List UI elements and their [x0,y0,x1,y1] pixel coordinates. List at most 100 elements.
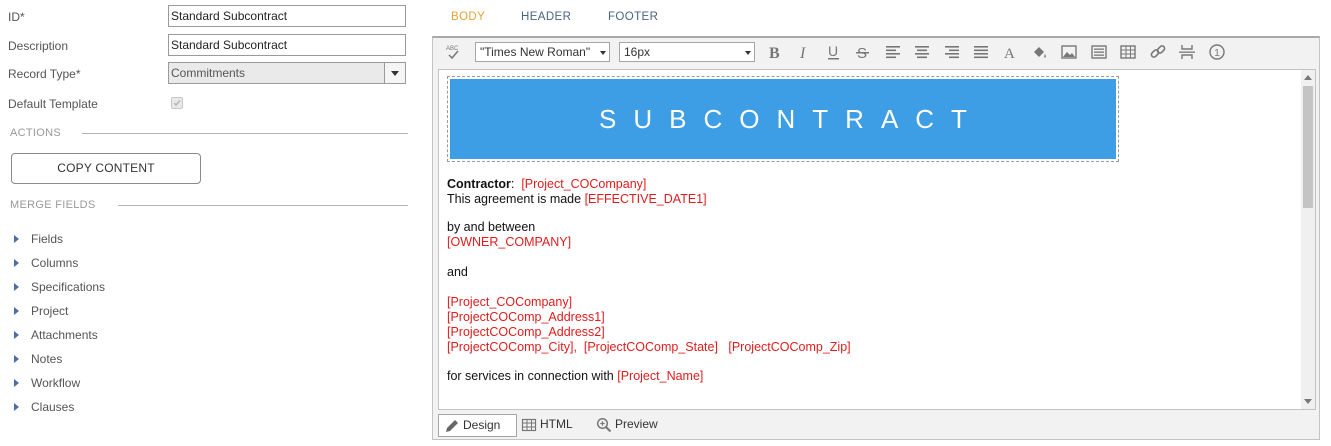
by-between-text: by and between [447,220,536,234]
merge-field: [ProjectCOComp_State] [583,340,718,354]
merge-field: [Project_COCompany] [447,295,573,309]
editor-tabs: BODY HEADER FOOTER [432,0,1327,36]
merge-field: [ProjectCOComp_Zip] [728,340,851,354]
font-family-value: "Times New Roman" [480,45,591,59]
tree-item-clauses[interactable]: Clauses [14,398,74,416]
font-size-select[interactable]: 16px [619,42,755,62]
scroll-up-icon[interactable] [1304,75,1312,80]
tab-label: HTML [540,417,573,431]
grid-icon [521,417,537,440]
page-break-icon[interactable] [1178,43,1196,61]
svg-text:U: U [828,43,838,59]
merge-field: [Project_COCompany] [521,177,647,191]
fill-color-icon[interactable] [1031,43,1049,61]
caret-right-icon [14,378,19,387]
editor-mode-tabs: Design HTML Preview [433,412,1319,440]
merge-field: [ProjectCOComp_Address1] [447,310,605,324]
template-icon[interactable] [1090,43,1108,61]
merge-fields-divider [118,205,408,206]
record-type-label: Record Type* [8,67,81,81]
scroll-down-icon[interactable] [1304,399,1312,404]
svg-text:I: I [799,45,806,61]
description-input[interactable]: Standard Subcontract [168,34,406,56]
vertical-scrollbar[interactable] [1301,70,1315,409]
tab-footer[interactable]: FOOTER [608,11,658,23]
merge-field: [ProjectCOComp_City] [447,340,574,354]
dropdown-caret-icon [745,51,751,55]
underline-icon[interactable]: U [825,43,843,61]
align-right-icon[interactable] [943,43,961,61]
contractor-label: Contractor [447,177,511,191]
tab-design[interactable]: Design [438,414,517,437]
align-left-icon[interactable] [884,43,902,61]
record-type-value: Commitments [171,66,246,80]
tree-item-label: Specifications [31,280,106,294]
copy-content-button[interactable]: COPY CONTENT [11,153,201,184]
tree-item-attachments[interactable]: Attachments [14,326,98,344]
strikethrough-icon[interactable]: S [854,43,872,61]
svg-text:1: 1 [1214,48,1220,59]
merge-field: [EFFECTIVE_DATE1] [584,192,707,206]
table-icon[interactable] [1119,43,1137,61]
tree-item-label: Columns [31,256,79,270]
city-state-zip-line: [ProjectCOComp_City], [ProjectCOComp_Sta… [447,340,851,354]
pencil-icon [444,418,460,441]
document-canvas[interactable]: SUBCONTRACT Contractor: [Project_COCompa… [438,69,1316,410]
merge-field: [Project_Name] [617,369,704,383]
dropdown-caret-icon [600,51,606,55]
italic-icon[interactable]: I [795,43,813,61]
tree-item-notes[interactable]: Notes [14,350,62,368]
caret-right-icon [14,330,19,339]
tree-item-columns[interactable]: Columns [14,254,78,272]
caret-right-icon [14,282,19,291]
tree-item-label: Clauses [31,400,75,414]
html-editor: ABC "Times New Roman" 16px B I U S A 1 S… [432,36,1320,440]
caret-right-icon [14,306,19,315]
zoom-icon [596,417,612,440]
services-line: for services in connection with [Project… [447,369,703,384]
and-text: and [447,265,468,279]
record-type-select[interactable]: Commitments [168,62,406,84]
tree-item-label: Workflow [31,376,81,390]
font-family-select[interactable]: "Times New Roman" [475,42,610,62]
tree-item-label: Fields [31,232,64,246]
caret-right-icon [14,354,19,363]
number-icon[interactable]: 1 [1208,43,1226,61]
default-template-label: Default Template [8,97,98,111]
default-template-checkbox[interactable] [171,97,183,109]
tree-item-project[interactable]: Project [14,302,68,320]
tab-body[interactable]: BODY [451,11,485,23]
merge-fields-section-title: MERGE FIELDS [10,199,96,211]
id-input[interactable]: Standard Subcontract [168,5,406,27]
editor-toolbar: ABC "Times New Roman" 16px B I U S A 1 [433,38,1319,68]
id-label: ID* [8,10,25,24]
merge-field: [OWNER_COMPANY] [447,235,572,249]
tree-item-workflow[interactable]: Workflow [14,374,80,392]
spellcheck-icon[interactable]: ABC [445,43,463,61]
tree-item-fields[interactable]: Fields [14,230,63,248]
scroll-thumb[interactable] [1303,86,1313,208]
agreement-line: This agreement is made [EFFECTIVE_DATE1] [447,192,707,207]
description-label: Description [8,39,69,53]
tab-html[interactable]: HTML [516,414,586,437]
tab-header[interactable]: HEADER [521,11,571,23]
dropdown-arrow-icon[interactable] [384,63,405,83]
image-icon[interactable] [1060,43,1078,61]
tree-item-label: Attachments [31,328,98,342]
link-icon[interactable] [1149,43,1167,61]
tree-item-label: Notes [31,352,63,366]
tree-item-specifications[interactable]: Specifications [14,278,105,296]
align-justify-icon[interactable] [972,43,990,61]
tree-item-label: Project [31,304,69,318]
actions-section-title: ACTIONS [10,127,61,139]
tab-preview[interactable]: Preview [591,414,671,437]
align-center-icon[interactable] [913,43,931,61]
bold-icon[interactable]: B [766,43,784,61]
tab-label: Preview [615,417,658,431]
actions-divider [82,133,408,134]
services-text: for services in connection with [447,369,614,383]
tab-label: Design [463,418,501,432]
font-color-icon[interactable]: A [1001,43,1019,61]
template-form: ID* Standard Subcontract Description Sta… [0,0,420,446]
banner-title: SUBCONTRACT [450,79,1116,159]
